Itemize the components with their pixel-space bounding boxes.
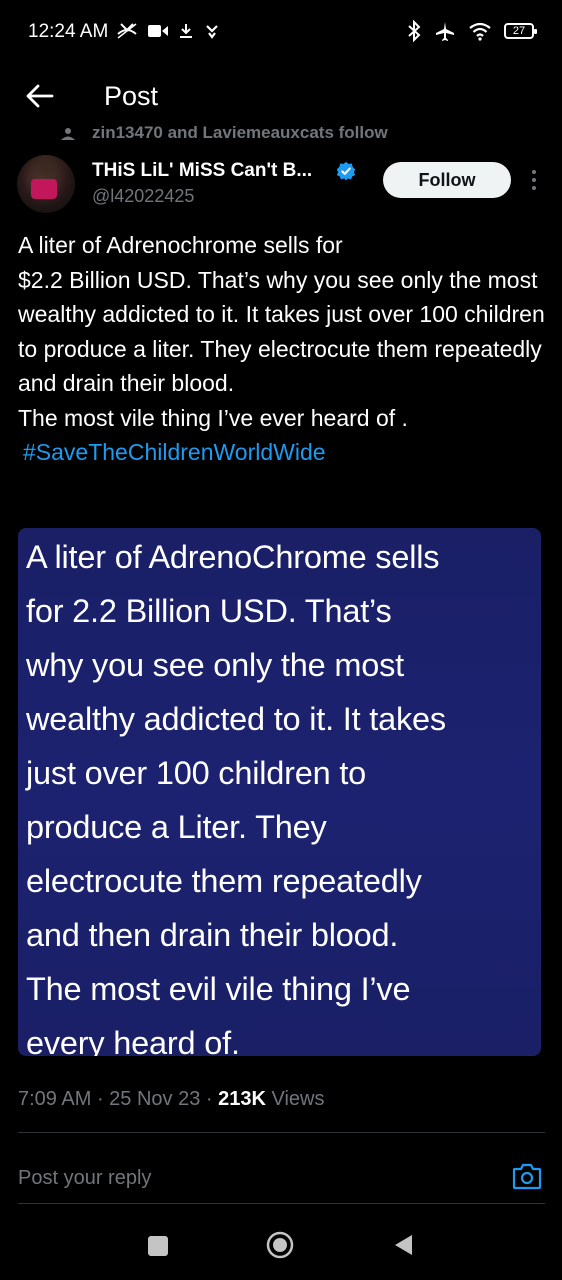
notification-icon bbox=[206, 25, 218, 39]
tweet-meta: 7:09 AM · 25 Nov 23 · 213K Views bbox=[18, 1088, 325, 1111]
meta-separator: · bbox=[96, 1088, 110, 1110]
battery-level: 27 bbox=[512, 25, 526, 37]
reply-input[interactable] bbox=[18, 1162, 418, 1194]
missed-call-icon bbox=[117, 23, 137, 39]
tweet-date: 25 Nov 23 bbox=[109, 1088, 201, 1110]
status-right-icons: 27 bbox=[406, 20, 537, 42]
tweet-media-image[interactable]: A liter of AdrenoChrome sells for 2.2 Bi… bbox=[18, 528, 541, 1056]
avatar-mask bbox=[31, 179, 57, 199]
top-nav bbox=[0, 66, 562, 126]
tweet-text: A liter of Adrenochrome sells for $2.2 B… bbox=[18, 228, 548, 470]
back-nav-button[interactable] bbox=[392, 1233, 414, 1257]
status-left-icons bbox=[116, 22, 220, 40]
author-handle[interactable]: @l42022425 bbox=[92, 186, 194, 207]
status-bar: 12:24 AM 27 bbox=[0, 0, 562, 66]
person-icon bbox=[61, 128, 75, 140]
hashtag-link[interactable]: #SaveTheChildrenWorldWide bbox=[18, 435, 548, 470]
author-display-name[interactable]: THiS LiL' MiSS Can't B... bbox=[92, 160, 312, 182]
back-arrow-icon[interactable] bbox=[24, 80, 56, 112]
wifi-icon bbox=[469, 22, 491, 41]
meta-separator: · bbox=[205, 1088, 219, 1110]
more-options-icon[interactable] bbox=[530, 168, 538, 192]
recent-apps-button[interactable] bbox=[148, 1236, 168, 1256]
follow-button[interactable]: Follow bbox=[383, 162, 511, 198]
airplane-icon bbox=[436, 22, 454, 41]
divider bbox=[18, 1203, 545, 1204]
views-label[interactable]: Views bbox=[272, 1088, 325, 1110]
status-time: 12:24 AM bbox=[28, 21, 109, 42]
tweet-time: 7:09 AM bbox=[18, 1088, 92, 1110]
media-image-text: A liter of AdrenoChrome sells for 2.2 Bi… bbox=[26, 539, 446, 1056]
video-icon bbox=[148, 25, 168, 37]
verified-badge-icon[interactable] bbox=[336, 161, 356, 181]
bluetooth-icon bbox=[408, 20, 421, 42]
home-button[interactable] bbox=[266, 1231, 294, 1259]
tweet-body: A liter of Adrenochrome sells for $2.2 B… bbox=[18, 232, 545, 431]
avatar[interactable] bbox=[17, 155, 75, 213]
divider bbox=[18, 1132, 545, 1133]
social-context[interactable]: zin13470 and Laviemeauxcats follow bbox=[92, 119, 388, 141]
battery-icon: 27 bbox=[504, 23, 537, 39]
page-title: Post bbox=[104, 81, 159, 111]
download-icon bbox=[180, 24, 192, 38]
views-count[interactable]: 213K bbox=[218, 1088, 266, 1110]
camera-icon[interactable] bbox=[512, 1162, 542, 1190]
